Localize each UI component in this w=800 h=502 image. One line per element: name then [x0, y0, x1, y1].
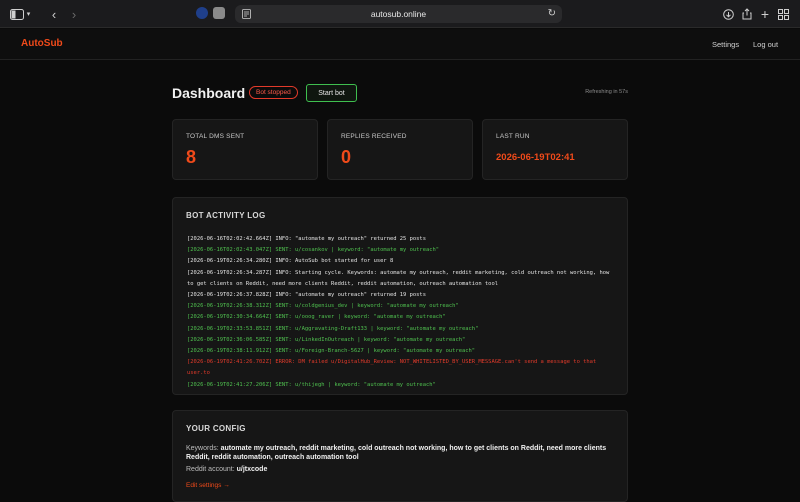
log-entry: [2026-06-16T02:02:43.047Z] SENT: u/cosan… — [187, 247, 440, 254]
back-icon[interactable]: ‹ — [48, 5, 60, 23]
section-title: BOT ACTIVITY LOG — [186, 211, 266, 220]
keywords-value: automate my outreach, reddit marketing, … — [186, 445, 607, 461]
reload-icon[interactable]: ↻ — [548, 8, 556, 19]
log-entry: [2026-06-16T02:02:42.664Z] INFO: "automa… — [187, 236, 426, 242]
download-icon[interactable] — [722, 5, 734, 23]
logout-link[interactable]: Log out — [753, 40, 778, 49]
edit-settings-link[interactable]: Edit settings → — [186, 482, 230, 489]
settings-link[interactable]: Settings — [712, 40, 739, 49]
log-entry: [2026-06-19T02:38:11.912Z] SENT: u/Forei… — [187, 348, 476, 355]
forward-icon[interactable]: › — [68, 5, 80, 23]
address-bar[interactable]: autosub.online ↻ — [235, 5, 562, 23]
log-entry: [2026-06-19T02:26:37.828Z] INFO: "automa… — [187, 292, 426, 299]
stat-card-total-dms: TOTAL DMS SENT 8 — [172, 119, 318, 180]
reader-icon[interactable] — [242, 9, 251, 19]
log-entry: [2026-06-19T02:26:38.312Z] SENT: u/coldg… — [187, 303, 459, 310]
refresh-countdown: Refreshing in 57s — [585, 89, 628, 95]
config-panel: YOUR CONFIG Keywords: automate my outrea… — [172, 410, 628, 502]
stat-value: 2026-06-19T02:41 — [496, 152, 575, 163]
tab-thumbnail-icon[interactable] — [213, 7, 225, 19]
url-text: autosub.online — [370, 9, 427, 19]
log-entry: [2026-06-19T02:41:27.206Z] SENT: u/thije… — [187, 381, 436, 388]
config-account: Reddit account: u/jtxcode — [186, 465, 611, 474]
browser-toolbar: ▾ ‹ › autosub.online ↻ + — [0, 0, 800, 28]
stat-label: REPLIES RECEIVED — [341, 133, 407, 140]
tab-overview-icon[interactable] — [777, 5, 789, 23]
sidebar-toggle-icon[interactable]: ▾ — [8, 5, 32, 23]
stat-card-last-run: LAST RUN 2026-06-19T02:41 — [482, 119, 628, 180]
stat-value: 8 — [186, 147, 197, 167]
log-entry: [2026-06-19T02:41:26.702Z] ERROR: DM fai… — [187, 359, 597, 377]
stat-label: TOTAL DMS SENT — [186, 133, 245, 140]
stat-label: LAST RUN — [496, 133, 530, 140]
share-icon[interactable] — [741, 5, 753, 23]
stat-card-replies: REPLIES RECEIVED 0 — [327, 119, 473, 180]
status-badge: Bot stopped — [249, 86, 298, 99]
activity-log-panel: BOT ACTIVITY LOG [2026-06-16T02:02:42.66… — [172, 197, 628, 395]
activity-log: [2026-06-16T02:02:42.664Z] INFO: "automa… — [187, 234, 617, 391]
account-value: u/jtxcode — [236, 466, 268, 473]
account-label: Reddit account: — [186, 466, 235, 473]
log-entry: [2026-06-19T02:26:34.280Z] INFO: AutoSub… — [187, 258, 394, 265]
config-keywords: Keywords: automate my outreach, reddit m… — [186, 444, 611, 462]
page-title: Dashboard — [172, 85, 246, 101]
log-entry: [2026-06-19T02:26:34.287Z] INFO: Startin… — [187, 269, 610, 287]
new-tab-icon[interactable]: + — [759, 5, 771, 23]
section-title: YOUR CONFIG — [186, 424, 246, 433]
stat-value: 0 — [341, 147, 352, 167]
start-bot-button[interactable]: Start bot — [306, 84, 357, 102]
brand-logo[interactable]: AutoSub — [21, 38, 63, 49]
log-entry: [2026-06-19T02:33:53.851Z] SENT: u/Aggra… — [187, 325, 479, 332]
keywords-label: Keywords: — [186, 445, 219, 452]
log-entry: [2026-06-19T02:30:34.664Z] SENT: u/ooog_… — [187, 314, 446, 321]
extension-icon[interactable] — [196, 7, 208, 19]
app-header: AutoSub Settings Log out — [0, 29, 800, 60]
log-entry: [2026-06-19T02:36:06.585Z] SENT: u/Linke… — [187, 336, 466, 343]
